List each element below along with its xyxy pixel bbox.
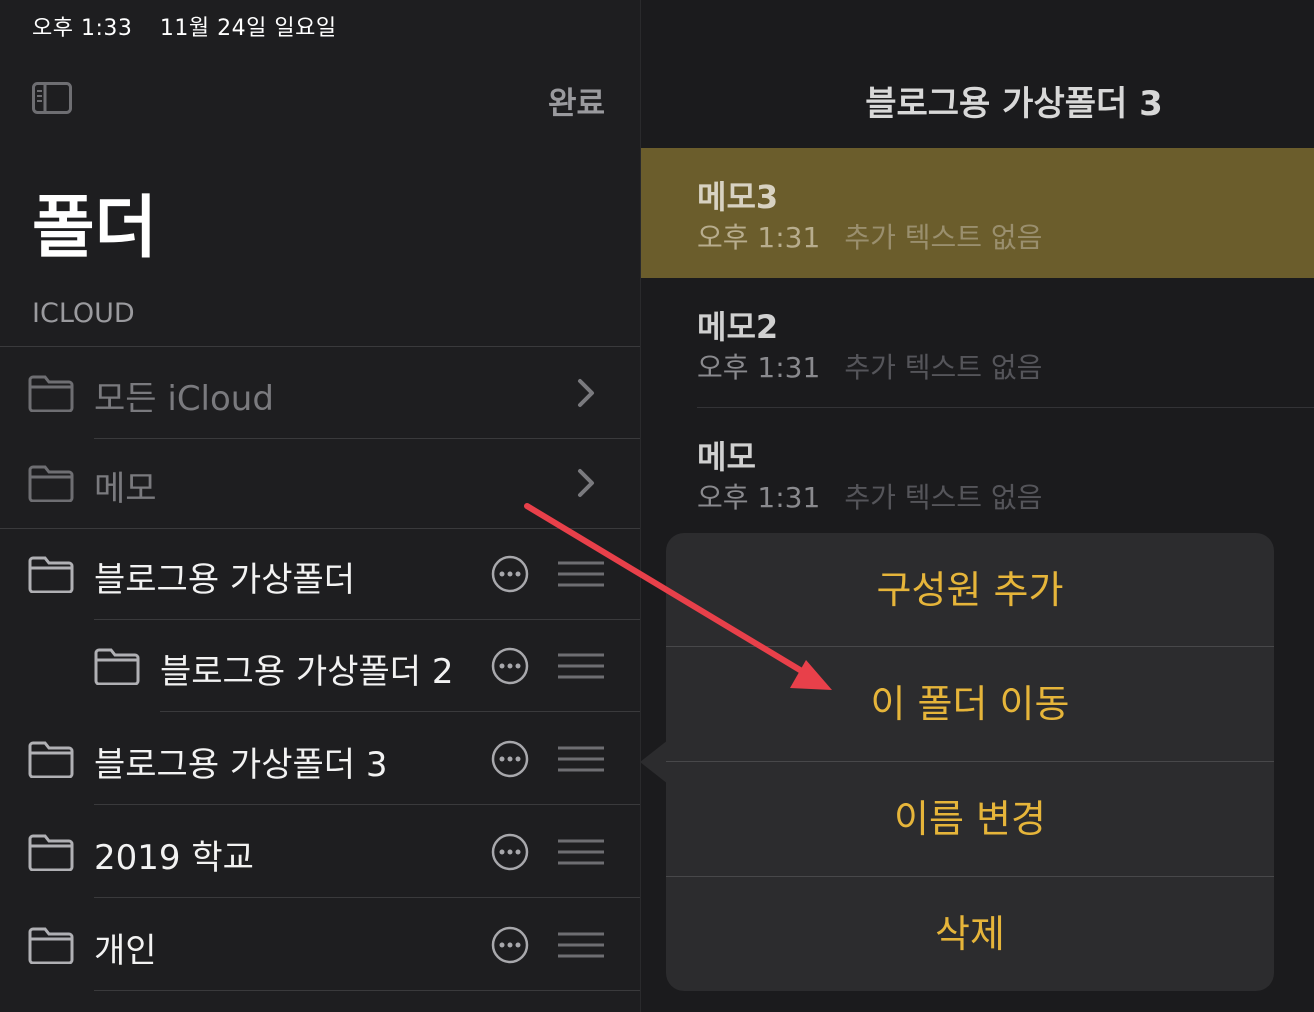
annotation-arrow-icon bbox=[524, 503, 832, 690]
